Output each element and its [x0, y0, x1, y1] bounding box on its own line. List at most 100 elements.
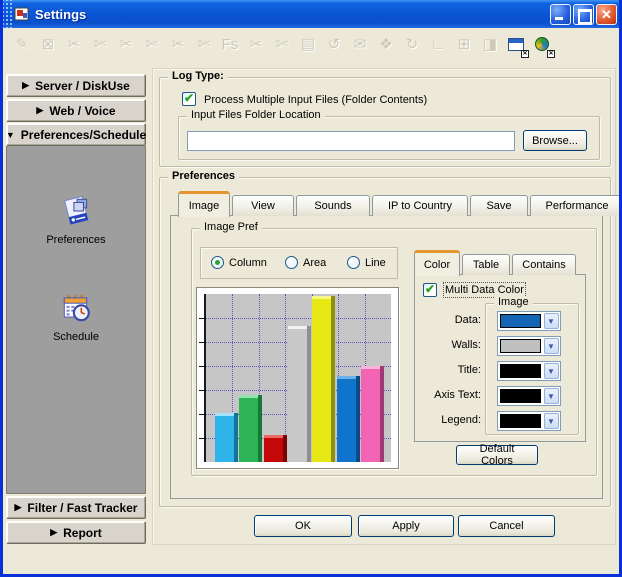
export-window-icon[interactable]: ✕ — [503, 32, 529, 56]
tab-save[interactable]: Save — [470, 195, 528, 216]
axis-text-color-label: Axis Text: — [415, 389, 481, 401]
chart-bar — [215, 413, 238, 462]
tab-color[interactable]: Color — [414, 250, 460, 276]
color-tab-panel: Multi Data Color Image Data: — [414, 274, 586, 442]
chart-bar-side — [258, 395, 262, 462]
window-title: Settings — [35, 7, 86, 22]
chart-bar-side — [356, 376, 360, 462]
color-row-legend: Legend: — [415, 411, 585, 431]
main-panel: Log Type: Process Multiple Input Files (… — [152, 68, 616, 545]
chart-bar-side — [283, 435, 287, 462]
client-area: ▶ Server / DiskUse ▶ Web / Voice ▼ Prefe… — [3, 60, 619, 574]
chart-bar-side — [307, 326, 311, 462]
cut-l-icon: ✄ — [269, 32, 295, 56]
radio-line[interactable] — [347, 256, 360, 269]
apply-button[interactable]: Apply — [358, 515, 454, 537]
chevron-down-icon[interactable] — [544, 388, 559, 404]
folder-location-legend: Input Files Folder Location — [187, 109, 325, 121]
shortcut-label: Schedule — [53, 331, 99, 343]
tab-performance[interactable]: Performance — [530, 195, 622, 216]
chevron-down-icon[interactable] — [544, 363, 559, 379]
sidebar-item-report[interactable]: ▶ Report — [6, 521, 146, 544]
multi-data-color-label: Multi Data Color — [445, 284, 524, 296]
close-button[interactable] — [596, 4, 617, 25]
walls-color-dropdown[interactable] — [497, 336, 561, 356]
title-color-dropdown[interactable] — [497, 361, 561, 381]
titlebar-grip — [0, 0, 12, 28]
folder-location-group: Input Files Folder Location Browse... — [178, 116, 600, 160]
cancel-button[interactable]: Cancel — [458, 515, 555, 537]
preferences-shortcut[interactable]: Preferences — [7, 194, 145, 246]
ok-button[interactable]: OK — [254, 515, 352, 537]
preferences-legend: Preferences — [168, 170, 239, 182]
chart-bars — [206, 294, 391, 462]
color-row-data: Data: — [415, 311, 585, 331]
maximize-button[interactable] — [573, 4, 594, 25]
sidebar-item-label: Report — [63, 526, 102, 540]
shortcut-label: Preferences — [46, 234, 105, 246]
sidebar-item-server-diskuse[interactable]: ▶ Server / DiskUse — [6, 74, 146, 97]
data-color-dropdown[interactable] — [497, 311, 561, 331]
folder-location-input[interactable] — [187, 131, 515, 151]
schedule-shortcut[interactable]: Schedule — [7, 291, 145, 343]
legend-color-dropdown[interactable] — [497, 411, 561, 431]
default-colors-button[interactable]: Default Colors — [456, 445, 538, 465]
image-pref-group: Image Pref Column Area Line — [191, 228, 597, 476]
chart-bar — [361, 366, 384, 462]
chevron-down-icon[interactable] — [544, 413, 559, 429]
minimize-button[interactable] — [550, 4, 571, 25]
chart-bar-side — [234, 413, 238, 462]
chart-bar — [337, 376, 360, 462]
process-multiple-label: Process Multiple Input Files (Folder Con… — [204, 94, 427, 106]
color-tab-bar: Color Table Contains — [414, 249, 578, 275]
tab-contains[interactable]: Contains — [512, 254, 576, 275]
flower-icon: ❖ — [373, 32, 399, 56]
sidebar-item-web-voice[interactable]: ▶ Web / Voice — [6, 99, 146, 122]
process-multiple-checkbox[interactable] — [182, 92, 196, 106]
color-swatch — [500, 339, 541, 353]
color-swatch — [500, 364, 541, 378]
chart-type-radio-group: Column Area Line — [200, 247, 398, 279]
multi-data-color-checkbox[interactable] — [423, 283, 437, 297]
radio-area[interactable] — [285, 256, 298, 269]
log-type-legend: Log Type: — [168, 70, 228, 82]
cut-h-icon: ✂ — [61, 32, 87, 56]
tab-sounds[interactable]: Sounds — [296, 195, 370, 216]
legend-color-label: Legend: — [415, 414, 481, 426]
radio-area-label: Area — [303, 257, 326, 269]
chart-bar-side — [331, 296, 335, 462]
color-row-walls: Walls: — [415, 336, 585, 356]
chevron-down-icon[interactable] — [544, 313, 559, 329]
chevron-down-icon: ▼ — [6, 130, 15, 140]
walls-color-label: Walls: — [415, 339, 481, 351]
image-tab-panel: Image Pref Column Area Line — [170, 215, 603, 499]
axis-text-color-dropdown[interactable] — [497, 386, 561, 406]
cut-i-icon: ✂ — [113, 32, 139, 56]
tab-image[interactable]: Image — [178, 191, 230, 217]
stop-icon: ⊠ — [35, 32, 61, 56]
chevron-right-icon: ▶ — [15, 502, 22, 513]
data-color-label: Data: — [415, 314, 481, 326]
tab-table[interactable]: Table — [462, 254, 510, 275]
tab-view[interactable]: View — [232, 195, 294, 216]
chart-bar — [312, 296, 335, 462]
sidebar-expanded-panel: Preferences — [6, 146, 146, 494]
cut-s-icon: ✄ — [139, 32, 165, 56]
chevron-right-icon: ▶ — [36, 105, 43, 116]
chevron-right-icon: ▶ — [22, 80, 29, 91]
sidebar-item-label: Server / DiskUse — [35, 79, 130, 93]
sync-icon: ↻ — [399, 32, 425, 56]
browse-button[interactable]: Browse... — [523, 130, 587, 151]
sidebar-item-preferences-schedule[interactable]: ▼ Preferences/Schedule — [6, 123, 146, 146]
chart-bar-side — [380, 366, 384, 462]
color-row-title: Title: — [415, 361, 585, 381]
chart-plot — [204, 294, 391, 462]
panel-icon: ◨ — [477, 32, 503, 56]
sidebar-item-filter-fast-tracker[interactable]: ▶ Filter / Fast Tracker — [6, 496, 146, 519]
chevron-down-icon[interactable] — [544, 338, 559, 354]
tab-ip-to-country[interactable]: IP to Country — [372, 195, 468, 216]
radio-column[interactable] — [211, 256, 224, 269]
cut-p-icon: ✄ — [87, 32, 113, 56]
mail-icon: ✉ — [347, 32, 373, 56]
exit-icon[interactable]: ✕ — [529, 32, 555, 56]
